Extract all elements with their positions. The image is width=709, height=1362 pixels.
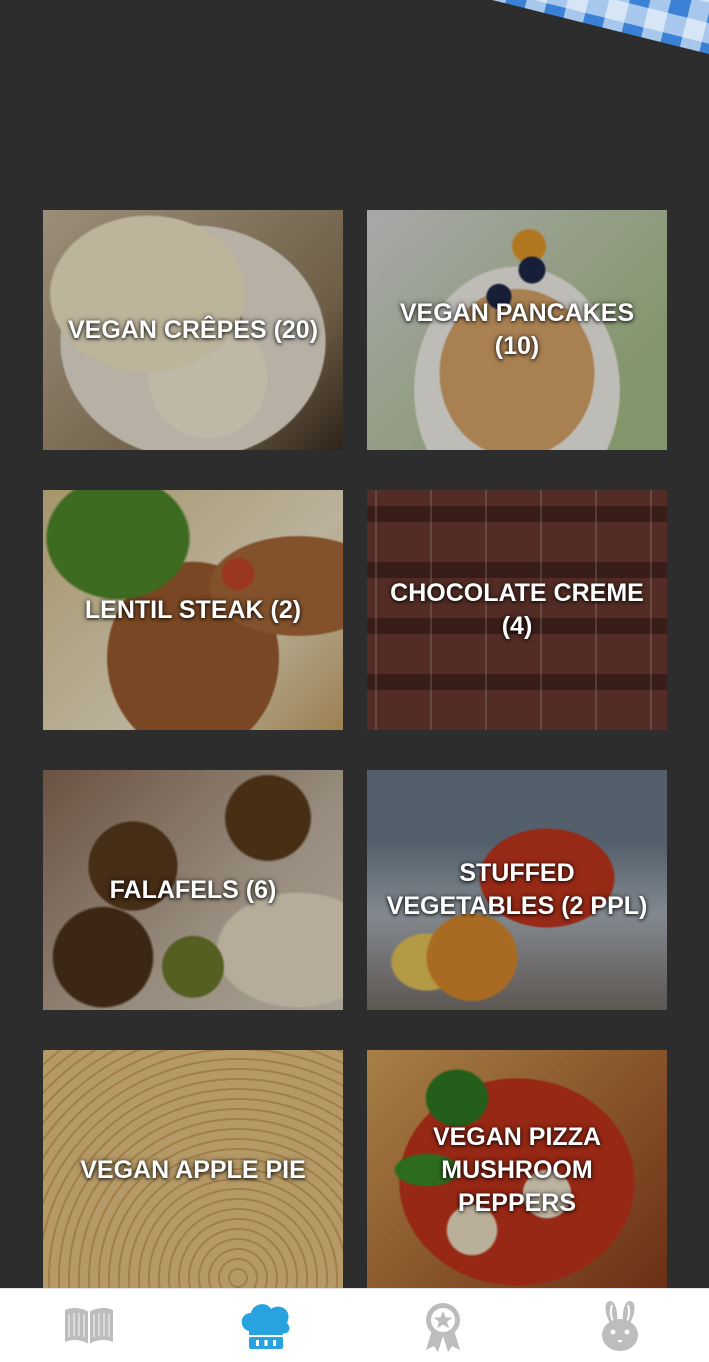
recipe-card-vegan-pizza[interactable]: VEGAN PIZZA MUSHROOM PEPPERS bbox=[367, 1050, 667, 1290]
nav-tab-recipes[interactable] bbox=[216, 1289, 316, 1362]
recipe-grid: VEGAN CRÊPES (20) VEGAN PANCAKES (10) LE… bbox=[43, 210, 667, 1290]
recipe-card-stuffed-vegetables[interactable]: STUFFED VEGETABLES (2 PPL) bbox=[367, 770, 667, 1010]
recipe-card-vegan-apple-pie[interactable]: VEGAN APPLE PIE bbox=[43, 1050, 343, 1290]
recipe-card-chocolate-creme[interactable]: CHOCOLATE CREME (4) bbox=[367, 490, 667, 730]
recipe-title: VEGAN PANCAKES (10) bbox=[399, 299, 635, 360]
rabbit-icon bbox=[602, 1300, 639, 1351]
recipe-title: VEGAN CRÊPES (20) bbox=[67, 315, 319, 344]
recipe-title: VEGAN PIZZA MUSHROOM PEPPERS bbox=[432, 1122, 602, 1217]
book-icon bbox=[64, 1307, 113, 1344]
bottom-navigation-bar bbox=[0, 1288, 709, 1362]
award-ribbon-icon bbox=[426, 1302, 461, 1352]
nav-tab-vegan[interactable] bbox=[570, 1289, 670, 1362]
recipe-card-vegan-crepes[interactable]: VEGAN CRÊPES (20) bbox=[43, 210, 343, 450]
recipe-card-lentil-steak[interactable]: LENTIL STEAK (2) bbox=[43, 490, 343, 730]
nav-tab-awards[interactable] bbox=[393, 1289, 493, 1362]
recipe-card-falafels[interactable]: FALAFELS (6) bbox=[43, 770, 343, 1010]
chef-hat-icon bbox=[241, 1303, 290, 1349]
recipe-title: STUFFED VEGETABLES (2 PPL) bbox=[386, 859, 648, 920]
nav-tab-book[interactable] bbox=[39, 1289, 139, 1362]
recipe-card-vegan-pancakes[interactable]: VEGAN PANCAKES (10) bbox=[367, 210, 667, 450]
recipe-title: FALAFELS (6) bbox=[109, 875, 277, 904]
recipe-title: CHOCOLATE CREME (4) bbox=[390, 579, 644, 640]
gingham-tablecloth-decoration bbox=[214, 0, 709, 67]
recipe-title: LENTIL STEAK (2) bbox=[84, 595, 302, 624]
recipe-title: VEGAN APPLE PIE bbox=[80, 1155, 306, 1184]
